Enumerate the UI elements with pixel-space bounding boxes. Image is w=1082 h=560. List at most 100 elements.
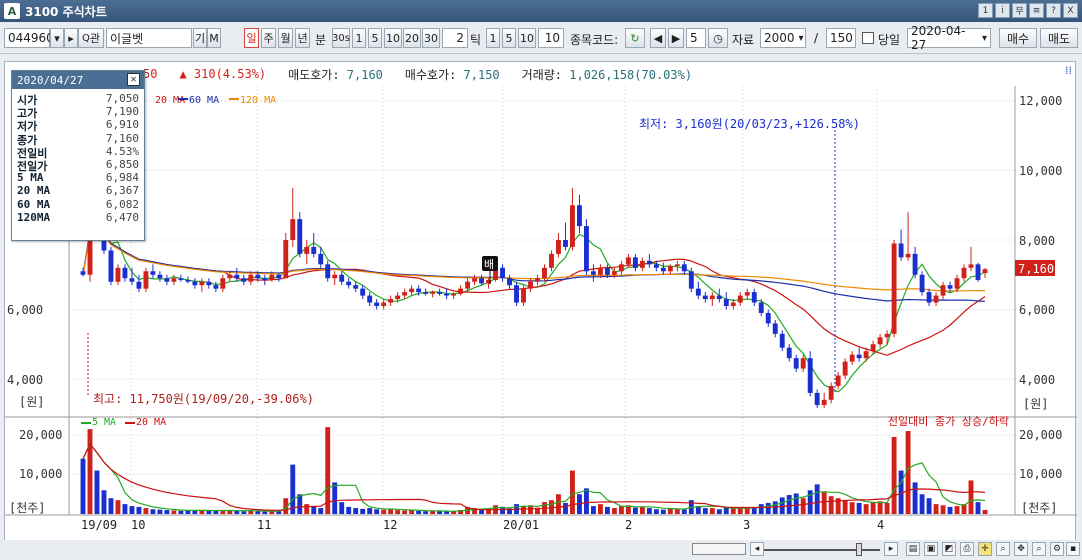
- candle-body: [905, 253, 911, 258]
- tool-print-icon[interactable]: ⎙: [960, 542, 974, 556]
- close-button[interactable]: X: [1063, 3, 1078, 18]
- vol-ma5-legend-swatch: [81, 422, 91, 424]
- minute-1-button[interactable]: 1: [352, 28, 366, 48]
- period-month-button[interactable]: 월: [278, 28, 293, 48]
- candle-body: [863, 351, 869, 359]
- volume-bar: [241, 511, 247, 514]
- window-info-button[interactable]: i: [995, 3, 1010, 18]
- volume-bar: [374, 509, 380, 514]
- period-year-button[interactable]: 년: [295, 28, 310, 48]
- close-icon[interactable]: ✕: [127, 73, 140, 86]
- candle-body: [535, 278, 540, 282]
- code-next-icon[interactable]: ▸: [64, 28, 78, 48]
- candle-body: [975, 264, 981, 280]
- candle-body: [821, 399, 827, 406]
- price-axis-label-left: 4,000: [7, 373, 43, 387]
- candle-body: [388, 299, 394, 303]
- zoom-in-icon[interactable]: ▸: [884, 542, 898, 556]
- calendar-dropdown-icon: ▾: [981, 32, 987, 44]
- tick-1-button[interactable]: 1: [486, 28, 500, 48]
- buy-button[interactable]: 매수: [999, 28, 1037, 48]
- ma5-line: [82, 227, 986, 393]
- event-marker[interactable]: 배: [484, 258, 494, 271]
- pan-icon[interactable]: ✥: [1014, 542, 1028, 556]
- search-zoom-icon[interactable]: ⌕: [1032, 542, 1046, 556]
- volume-bar: [926, 498, 932, 514]
- scroll-thumb[interactable]: [692, 543, 746, 555]
- candle-body: [744, 292, 750, 296]
- candle-body: [597, 267, 603, 275]
- candle-body: [898, 243, 904, 258]
- minute-5-button[interactable]: 5: [368, 28, 382, 48]
- window-menu-button[interactable]: ≡: [1029, 3, 1044, 18]
- zoom-slider-track[interactable]: [764, 549, 880, 551]
- today-checkbox[interactable]: [862, 32, 874, 44]
- volume-bar: [213, 510, 219, 514]
- volume-bar: [367, 508, 373, 514]
- period-week-button[interactable]: 주: [261, 28, 276, 48]
- tick-5-button[interactable]: 5: [502, 28, 516, 48]
- ma120-legend: 120 MA: [240, 95, 276, 106]
- m-button[interactable]: M: [207, 28, 221, 48]
- magnifier-icon[interactable]: ⌕: [996, 542, 1010, 556]
- candle-body: [227, 274, 233, 279]
- data-count-select[interactable]: 2000 ▾: [760, 28, 806, 48]
- stock-code-input[interactable]: 044960: [4, 28, 54, 48]
- candle-body: [150, 271, 156, 275]
- tool-trash-icon[interactable]: ▤: [906, 542, 920, 556]
- candle-body: [737, 295, 743, 303]
- zoom-out-icon[interactable]: ◂: [750, 542, 764, 556]
- clock-icon[interactable]: ◷: [708, 28, 728, 48]
- next-icon[interactable]: ▶: [668, 28, 684, 48]
- zoom-slider-handle[interactable]: [856, 543, 862, 556]
- stock-chart[interactable]: 12,000 10,000 8,000 6,000 4,000 6,000 4,…: [5, 62, 1077, 540]
- sell-button[interactable]: 매도: [1040, 28, 1078, 48]
- volume-bar: [975, 502, 981, 514]
- volume-bar: [821, 492, 827, 514]
- minute-30-button[interactable]: 30: [422, 28, 440, 48]
- stock-search-button[interactable]: Q 관: [78, 28, 104, 48]
- volume-bar: [604, 506, 610, 514]
- settings-icon[interactable]: ⚙: [1050, 542, 1064, 556]
- ma20-line: [82, 227, 986, 356]
- view-count-input[interactable]: 150: [826, 28, 856, 48]
- x-axis-label: 20/01: [503, 518, 539, 532]
- tick-count-input[interactable]: 10: [538, 28, 564, 48]
- candles-group: [80, 109, 988, 409]
- prev-icon[interactable]: ◀: [650, 28, 666, 48]
- refresh-icon[interactable]: ↻: [625, 28, 645, 48]
- date-picker[interactable]: 2020-04-27 ▾: [907, 24, 991, 52]
- minute-20-button[interactable]: 20: [403, 28, 421, 48]
- period-day-button[interactable]: 일: [244, 28, 259, 48]
- minute-10-button[interactable]: 10: [384, 28, 402, 48]
- lock-icon[interactable]: ▪: [1066, 542, 1080, 556]
- code-dropdown-icon[interactable]: ▾: [50, 28, 64, 48]
- popup-row-ma5: 5 MA 6,984: [17, 171, 139, 184]
- chart-panel[interactable]: 50 ▲ 310(4.53%) 매도호가: 7,160 매수호가: 7,150 …: [4, 61, 1077, 541]
- ohlc-popup[interactable]: 2020/04/27 ✕ 시가 7,050 고가 7,190 저가 6,910 종가 7…: [11, 70, 145, 241]
- today-label: 당일: [878, 33, 901, 47]
- volume-bar: [255, 511, 261, 514]
- price-axis-label-left: 6,000: [7, 303, 43, 317]
- volume-bar: [597, 504, 603, 514]
- minute-30s-button[interactable]: 30s: [332, 28, 350, 48]
- candle-body: [639, 260, 645, 268]
- tool-copy-icon[interactable]: ▣: [924, 542, 938, 556]
- candle-body: [437, 292, 443, 294]
- spin-value-input[interactable]: 5: [686, 28, 706, 48]
- volume-bar: [639, 506, 645, 514]
- volume-bar: [884, 502, 890, 514]
- candle-body: [695, 288, 701, 296]
- candle-body: [381, 302, 387, 307]
- gi-button[interactable]: 기: [193, 28, 207, 48]
- crosshair-icon[interactable]: ✛: [978, 542, 992, 556]
- window-number-button[interactable]: 1: [978, 3, 993, 18]
- x-axis-label: 19/09: [81, 518, 117, 532]
- tick-value-input[interactable]: 2: [442, 28, 468, 48]
- tick-10-button[interactable]: 10: [518, 28, 536, 48]
- candle-body: [982, 269, 988, 274]
- tool-image-icon[interactable]: ◩: [942, 542, 956, 556]
- volume-bar: [556, 494, 561, 514]
- help-button[interactable]: ?: [1046, 3, 1061, 18]
- window-mu-button[interactable]: 무: [1012, 3, 1027, 18]
